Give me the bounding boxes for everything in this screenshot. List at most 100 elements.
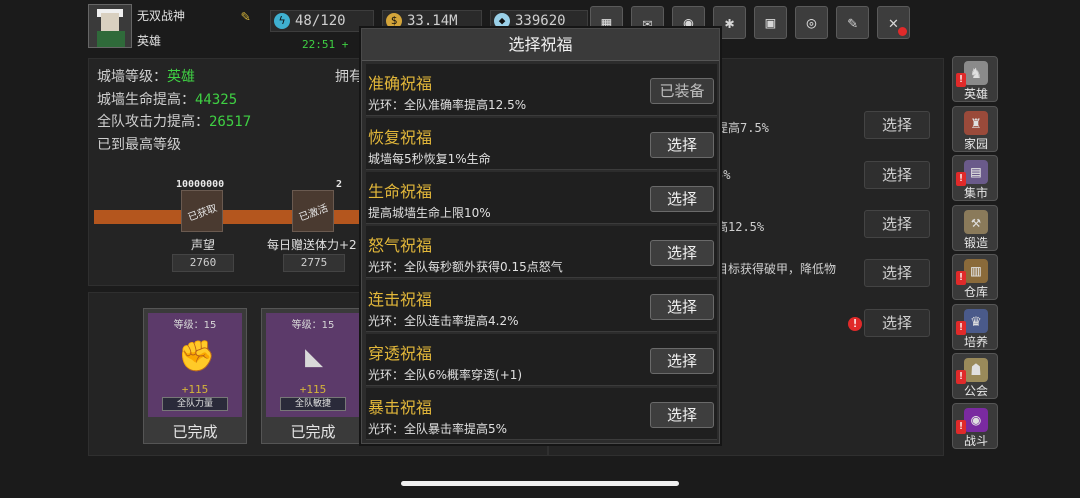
team-atk-line: 全队攻击力提高：26517 [97, 114, 252, 130]
select-button[interactable]: 选择 [864, 309, 930, 337]
blessing-desc-fragment: 提高7.5% [716, 121, 769, 135]
card-level: 等级：15 [291, 320, 335, 331]
nav-item-label: 集市 [963, 186, 988, 200]
nav-item-7[interactable]: ◉ 战斗! [952, 402, 998, 449]
select-button[interactable]: 选择 [650, 240, 714, 266]
alert-icon: ! [848, 317, 862, 331]
blessing-name: 生命祝福 [368, 182, 433, 201]
milestone-value: 2775 [283, 254, 345, 272]
milestone-cap: 2 [336, 179, 343, 190]
blessing-description: 光环：全队每秒额外获得0.15点怒气 [368, 260, 563, 274]
energy-counter: ϟ 48/120 [270, 10, 374, 32]
nav-item-label: 仓库 [963, 285, 988, 299]
nav-item-3[interactable]: ⚒ 锻造 [952, 204, 998, 251]
nav-item-label: 战斗 [963, 433, 988, 448]
fist-icon: ✊ [178, 339, 216, 374]
attribute-card[interactable]: 等级：15 ◣ +115 全队敏捷 已完成 [261, 308, 365, 444]
equipped-button[interactable]: 已装备 [650, 78, 714, 104]
blessing-row: 暴击祝福 光环：全队暴击率提高5% 选择 [366, 388, 717, 440]
blessing-row: 怒气祝福光环：全队每秒额外获得0.15点怒气 选择 [366, 226, 717, 278]
attribute-card[interactable]: 等级：15 ✊ +115 全队力量 已完成 [143, 308, 247, 444]
select-button[interactable]: 选择 [650, 132, 714, 158]
alert-icon: ! [956, 419, 966, 434]
nav-item-5[interactable]: ♛ 培养! [952, 303, 998, 350]
milestone-label: 声望 [191, 238, 216, 252]
card-status: 已完成 [290, 423, 336, 441]
lightning-icon: ϟ [274, 13, 290, 29]
card-ribbon: 全队敏捷 [280, 397, 346, 411]
select-button[interactable]: 选择 [864, 111, 930, 139]
nav-item-0[interactable]: ♞ 英雄! [952, 56, 998, 102]
team-atk-value: 26517 [209, 114, 252, 130]
milestone-stamp: 已获取 [186, 203, 219, 224]
milestone-label: 每日赠送体力+2 [267, 238, 357, 252]
alert-icon: ! [956, 320, 966, 335]
nav-item-label: 家园 [963, 136, 988, 151]
blessing-desc-fragment: 目标获得破甲，降低物 [716, 262, 837, 276]
blessing-description: 光环：全队暴击率提高5% [368, 422, 508, 436]
card-level: 等级：15 [173, 320, 217, 331]
milestone-stamp: 已激活 [297, 203, 330, 224]
blessing-description: 光环：全队连击率提高4.2% [368, 314, 519, 328]
blessing-row: 穿透祝福光环：全队6%概率穿透(+1) 选择 [366, 334, 717, 386]
game-screen: 无双战神 英雄 ✎ ϟ 48/120 22:51 + $ 33.14M ◆ 33… [0, 0, 1080, 498]
energy-value: 48/120 [295, 13, 346, 29]
select-button[interactable]: 选择 [650, 294, 714, 320]
select-button[interactable]: 选择 [650, 186, 714, 212]
boot-icon: ◣ [304, 339, 324, 374]
helmet-icon: ♞ [964, 61, 988, 85]
select-button[interactable]: 选择 [864, 161, 930, 189]
nav-item-label: 英雄 [963, 87, 988, 101]
nav-item-1[interactable]: ♜ 家园 [952, 105, 998, 152]
card-status: 已完成 [172, 423, 218, 441]
card-bonus: +115 [181, 383, 209, 396]
blessing-desc-fragment: 高12.5% [716, 220, 765, 234]
blessing-name: 恢复祝福 [368, 128, 433, 147]
edit-icon[interactable]: ✎ [241, 8, 257, 24]
max-level-text: 已到最高等级 [97, 137, 181, 153]
card-bonus: +115 [299, 383, 327, 396]
alert-icon: ! [956, 172, 966, 186]
wall-hp-line: 城墙生命提高：44325 [97, 92, 238, 108]
trophy-icon: ♛ [964, 308, 988, 333]
hammer-icon: ⚒ [964, 209, 988, 234]
blessing-description: 提高城墙生命上限10% [368, 206, 491, 220]
select-button[interactable]: 选择 [650, 402, 714, 428]
select-button[interactable]: 选择 [864, 259, 930, 287]
energy-timer: 22:51 + [302, 38, 349, 51]
blessing-row: 准确祝福 光环：全队准确率提高12.5% 已装备 [366, 64, 717, 116]
milestone-badge[interactable]: 已激活 [292, 190, 334, 232]
nav-item-label: 培养 [963, 334, 988, 349]
nav-item-6[interactable]: ☗ 公会! [952, 353, 998, 399]
avatar[interactable] [88, 4, 132, 48]
gold-coin-icon: $ [386, 13, 402, 29]
wall-level-line: 城墙等级：英雄 [97, 69, 195, 85]
card-ribbon: 全队力量 [162, 397, 228, 411]
dialog-title: 选择祝福 [362, 29, 719, 61]
color-wheel-icon: ◎ [806, 13, 817, 32]
nav-item-2[interactable]: ▤ 集市! [952, 155, 998, 201]
gift-button[interactable]: ▣ [754, 6, 787, 39]
feather-button[interactable]: ✎ [836, 6, 869, 39]
nav-item-label: 公会 [963, 384, 988, 398]
nav-item-4[interactable]: ▥ 仓库! [952, 254, 998, 300]
sword-alert-icon: ✕ [888, 13, 899, 32]
blessing-name: 穿透祝福 [368, 344, 433, 363]
nav-item-label: 锻造 [963, 235, 988, 250]
home-indicator[interactable] [401, 481, 679, 486]
alert-icon: ! [956, 370, 966, 384]
blessing-row: 生命祝福提高城墙生命上限10% 选择 [366, 172, 717, 224]
gem-icon: ◆ [494, 13, 510, 29]
select-button[interactable]: 选择 [650, 348, 714, 374]
gold-value: 33.14M [407, 13, 458, 29]
blessing-description: 光环：全队6%概率穿透(+1) [368, 368, 523, 382]
player-name: 无双战神 [137, 9, 186, 23]
milestone-badge[interactable]: 已获取 [181, 190, 223, 232]
blessing-name: 怒气祝福 [368, 236, 433, 255]
player-rank: 英雄 [137, 34, 162, 48]
color-wheel-button[interactable]: ◎ [795, 6, 828, 39]
wall-level-value: 英雄 [167, 69, 195, 85]
sword-alert-button[interactable]: ✕ [877, 6, 910, 39]
select-button[interactable]: 选择 [864, 210, 930, 238]
guild-icon: ☗ [964, 358, 988, 382]
